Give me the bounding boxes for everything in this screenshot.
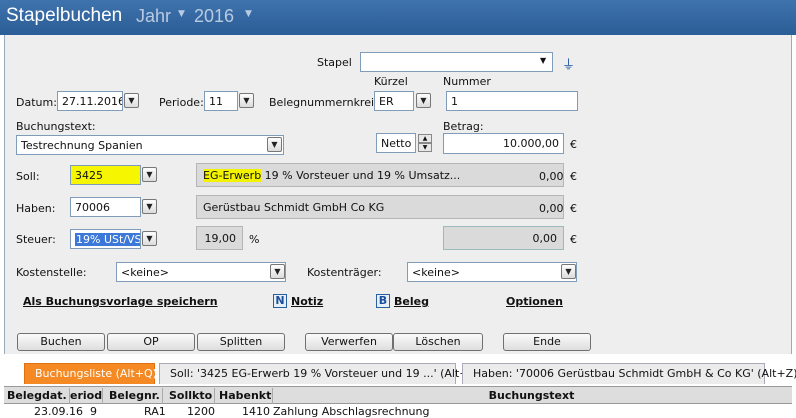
year-filter-chevron-icon[interactable]: ▼ [178, 9, 185, 19]
steuer-label: Steuer: [16, 233, 56, 246]
soll-currency: € [570, 170, 577, 183]
notiz-link[interactable]: Notiz [291, 295, 323, 308]
splitten-button[interactable]: Splitten [197, 333, 285, 351]
soll-chevron-down-icon[interactable]: ▼ [142, 167, 157, 182]
stapel-label: Stapel [317, 56, 352, 69]
steuer-chevron-down-icon[interactable]: ▼ [142, 231, 157, 246]
soll-account-info: EG-Erwerb 19 % Vorsteuer und 19 % Umsatz… [196, 163, 564, 187]
table-cell: Zahlung Abschlagsrechnung [273, 405, 430, 418]
buchungstext-input[interactable]: Testrechnung Spanien [16, 135, 284, 155]
buchungstext-chevron-down-icon[interactable]: ▼ [267, 137, 282, 152]
year-value-chevron-icon[interactable]: ▼ [245, 9, 252, 19]
haben-label: Haben: [16, 202, 56, 215]
betrag-currency: € [570, 138, 577, 151]
table-cell: 23.09.16 [34, 405, 83, 418]
ende-button[interactable]: Ende [503, 333, 591, 351]
betrag-input[interactable]: 10.000,00 [443, 133, 564, 154]
year-filter-label[interactable]: Jahr [136, 6, 171, 27]
periode-label: Periode: [159, 96, 204, 109]
note-icon[interactable]: N [273, 294, 287, 308]
buchen-button[interactable]: Buchen [17, 333, 105, 351]
year-filter-value[interactable]: 2016 [194, 6, 234, 27]
steuer-select[interactable]: 19% USt/VSt [70, 229, 141, 249]
haben-account-input[interactable]: 70006 [70, 197, 141, 217]
soll-label: Soll: [16, 170, 40, 183]
kostentraeger-label: Kostenträger: [307, 266, 382, 279]
column-header[interactable]: Buchungstext [273, 388, 790, 404]
table-cell: 1410 [242, 405, 270, 418]
periode-select[interactable]: 11 [204, 91, 238, 111]
tab-haben-account[interactable]: Haben: '70006 Gerüstbau Schmidt GmbH & C… [462, 363, 796, 384]
filter-icon[interactable]: ⏚ [562, 54, 575, 73]
betrag-label: Betrag: [443, 120, 484, 133]
steuer-percent: % [249, 233, 260, 246]
netto-spin-down-icon[interactable]: ▼ [418, 143, 432, 152]
haben-account-info: Gerüstbau Schmidt GmbH Co KG [196, 195, 564, 219]
kuerzel-label: Kürzel [374, 75, 408, 88]
stapel-select[interactable] [360, 52, 553, 72]
title-bar: Stapelbuchen Jahr ▼ 2016 ▼ [0, 0, 796, 35]
netto-spin-up-icon[interactable]: ▲ [418, 134, 432, 143]
steuer-rate: 19,00 [196, 226, 243, 250]
tab-buchungsliste[interactable]: Buchungsliste (Alt+Q) [24, 363, 157, 384]
receipt-icon[interactable]: B [376, 294, 390, 308]
column-header[interactable]: Habenkto [215, 388, 273, 404]
column-header[interactable]: Sollkto [163, 388, 215, 404]
datum-input[interactable]: 27.11.2016 [57, 91, 123, 111]
kostenstelle-chevron-down-icon[interactable]: ▼ [270, 264, 285, 279]
save-template-link[interactable]: Als Buchungsvorlage speichern [23, 295, 218, 308]
table-cell: 1200 [187, 405, 215, 418]
window-title: Stapelbuchen [6, 5, 123, 26]
haben-chevron-down-icon[interactable]: ▼ [142, 199, 157, 214]
kostentraeger-chevron-down-icon[interactable]: ▼ [561, 264, 576, 279]
table-cell: RA1 [144, 405, 166, 418]
table-cell: 9 [90, 405, 97, 418]
column-header[interactable]: Belegnr. [103, 388, 163, 404]
datum-label: Datum: [16, 96, 57, 109]
steuer-selected-value: 19% USt/VSt [75, 233, 140, 246]
optionen-link[interactable]: Optionen [506, 295, 563, 308]
haben-currency: € [570, 202, 577, 215]
periode-chevron-down-icon[interactable]: ▼ [239, 93, 254, 108]
column-header[interactable]: eriod [70, 388, 103, 404]
steuer-amount: 0,00 [443, 226, 564, 250]
nummer-label: Nummer [443, 75, 491, 88]
verwerfen-button[interactable]: Verwerfen [305, 333, 393, 351]
grid-header: Belegdat. eriod Belegnr. Sollkto Habenkt… [4, 386, 792, 404]
stapel-chevron-down-icon[interactable]: ▼ [540, 56, 546, 65]
loeschen-button[interactable]: Löschen [393, 333, 483, 351]
nummer-input[interactable]: 1 [446, 91, 578, 111]
datum-calendar-chevron-icon[interactable]: ▼ [124, 93, 139, 108]
tab-soll-account[interactable]: Soll: '3425 EG-Erwerb 19 % Vorsteuer und… [159, 363, 480, 384]
kostenstelle-label: Kostenstelle: [16, 266, 87, 279]
steuer-currency: € [570, 233, 577, 246]
kostentraeger-select[interactable]: <keine> [407, 262, 577, 282]
kostenstelle-select[interactable]: <keine> [116, 262, 286, 282]
beleg-link[interactable]: Beleg [394, 295, 429, 308]
soll-info-highlight: EG-Erwerb [203, 169, 262, 182]
op-button[interactable]: OP [107, 333, 195, 351]
soll-amount: 0,00 [539, 170, 564, 183]
soll-account-input[interactable]: 3425 [70, 165, 141, 185]
belegnummernkreis-label: Belegnummernkreis: [269, 96, 384, 109]
kuerzel-select[interactable]: ER [374, 91, 414, 111]
kuerzel-chevron-down-icon[interactable]: ▼ [416, 93, 431, 108]
buchungstext-label: Buchungstext: [16, 120, 96, 133]
column-header[interactable]: Belegdat. [7, 388, 70, 404]
haben-amount: 0,00 [539, 202, 564, 215]
soll-info-text: 19 % Vorsteuer und 19 % Umsatz... [261, 169, 461, 182]
netto-field[interactable]: Netto [376, 133, 416, 153]
